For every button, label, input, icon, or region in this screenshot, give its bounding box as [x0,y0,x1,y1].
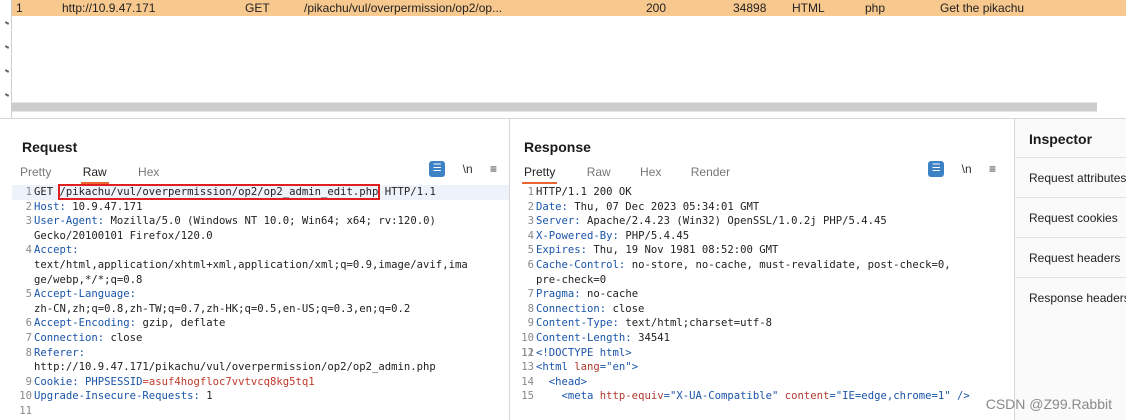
history-row-method: GET [245,1,270,15]
request-line-3: 3 User-Agent: Mozilla/5.0 (Windows NT 10.… [25,215,436,228]
request-tabs: Pretty Raw Hex [20,165,185,185]
history-row-selected[interactable]: 1 http://10.9.47.171 GET /pikachu/vul/ov… [12,0,1126,16]
response-tab-pretty[interactable]: Pretty [522,165,558,184]
history-row-extension: php [865,1,886,15]
request-line-2: 2 Host: 10.9.47.171 [25,200,143,213]
word-wrap-icon[interactable]: ☰ [928,161,945,177]
history-row-mime: HTML [792,1,825,15]
highlighted-request-path: /pikachu/vul/overpermission/op2/op2_admi… [57,184,381,200]
response-tools: ☰ \n ≡ [914,161,996,177]
response-tab-hex[interactable]: Hex [640,165,661,182]
request-line-4-cont: text/html,application/xhtml+xml,applicat… [34,258,468,271]
request-title: Request [22,139,78,155]
response-editor[interactable]: 1 HTTP/1.1 200 OK 2 Date: Thu, 07 Dec 2023… [514,185,1008,420]
response-line-6: 6 Cache-Control: no-store, no-cache, must… [527,258,951,271]
request-line-8-cont: http://10.9.47.171/pikachu/vul/overpermi… [34,361,436,374]
request-line-4: 4 Accept: [25,244,79,257]
response-line-13: 13 <html lang="en"> [521,361,639,374]
inspector-request-headers[interactable]: Request headers [1015,237,1126,277]
request-line-5: 5 Accept-Language: [25,288,137,301]
history-row-number: 1 [16,1,23,15]
inspector-title: Inspector [1029,131,1093,147]
watermark: CSDN @Z99.Rabbit [985,396,1112,412]
response-line-8: 8 Connection: close [527,302,645,315]
response-title: Response [524,139,591,155]
request-tools: ☰ \n ≡ [415,161,497,177]
newline-toggle-icon[interactable]: \n [463,162,473,176]
request-line-6: 6 Accept-Encoding: gzip, deflate [25,317,226,330]
request-tab-raw[interactable]: Raw [80,165,109,184]
inspector-request-attributes[interactable]: Request attributes [1015,157,1126,197]
request-line-3-cont: Gecko/20100101 Firefox/120.0 [34,229,213,242]
message-panes: Request Pretty Raw Hex ☰ \n ≡ 1 GET /pika… [0,118,1126,420]
history-row-url: /pikachu/vul/overpermission/op2/op... [304,1,503,15]
request-editor[interactable]: 1 GET /pikachu/vul/overpermission/op2/op2… [12,184,509,420]
response-tabs: Pretty Raw Hex Render [522,165,756,185]
menu-icon[interactable]: ≡ [490,162,497,176]
response-line-15: 15 <meta http-equiv="X-UA-Compatible" co… [521,390,970,403]
response-line-12: 12 <!DOCTYPE html> [521,346,632,359]
response-line-14: 14 <head> [521,375,588,388]
inspector-request-cookies[interactable]: Request cookies [1015,197,1126,237]
response-line-9: 9 Content-Type: text/html;charset=utf-8 [527,317,773,330]
history-row-title: Get the pikachu [940,1,1025,15]
http-history-table: 1 http://10.9.47.171 GET /pikachu/vul/ov… [0,0,1126,118]
request-line-4-cont2: ge/webp,*/*;q=0.8 [34,273,143,286]
response-line-7: 7 Pragma: no-cache [527,288,639,301]
word-wrap-icon[interactable]: ☰ [429,161,446,177]
inspector-panel: Inspector Request attributes Request coo… [1014,119,1126,420]
inspector-response-headers[interactable]: Response headers [1015,277,1126,317]
request-tab-pretty[interactable]: Pretty [20,165,51,182]
request-line-5-cont: zh-CN,zh;q=0.8,zh-TW;q=0.7,zh-HK;q=0.5,e… [34,302,411,315]
response-line-1: 1 HTTP/1.1 200 OK [527,186,632,198]
history-horizontal-scrollbar[interactable] [12,102,1097,112]
request-tab-hex[interactable]: Hex [138,165,159,182]
request-line-10: 10 Upgrade-Insecure-Requests: 1 [19,390,213,403]
history-row-host: http://10.9.47.171 [62,1,156,15]
response-line-10: 10 Content-Length: 34541 [521,331,670,344]
history-scrollbar-thumb[interactable] [12,103,1097,111]
response-line-4: 4 X-Powered-By: PHP/5.4.45 [527,229,690,242]
response-tab-render[interactable]: Render [691,165,730,182]
inspector-list: Request attributes Request cookies Reque… [1015,157,1126,317]
request-line-8: 8 Referer: [25,346,86,359]
menu-icon[interactable]: ≡ [989,162,996,176]
response-pane: Response Pretty Raw Hex Render ☰ \n ≡ 1H… [514,119,1008,420]
history-row-length: 34898 [733,1,767,15]
request-pane: Request Pretty Raw Hex ☰ \n ≡ 1 GET /pika… [12,119,510,420]
response-line-3: 3 Server: Apache/2.4.23 (Win32) OpenSSL/1… [527,215,887,228]
response-line-6-cont: pre-check=0 [536,273,607,286]
response-tab-raw[interactable]: Raw [587,165,611,182]
request-line-1: 1 GET /pikachu/vul/overpermission/op2/op2… [12,184,509,200]
response-line-5: 5 Expires: Thu, 19 Nov 1981 08:52:00 GMT [527,244,779,257]
request-line-7: 7 Connection: close [25,331,143,344]
response-line-2: 2 Date: Thu, 07 Dec 2023 05:34:01 GMT [527,200,760,213]
history-gutter [0,0,12,118]
request-line-9: 9 Cookie: PHPSESSID=asuf4hogfloc7vvtvcq8k… [25,375,315,388]
history-row-status: 200 [646,1,667,15]
newline-toggle-icon[interactable]: \n [962,162,972,176]
